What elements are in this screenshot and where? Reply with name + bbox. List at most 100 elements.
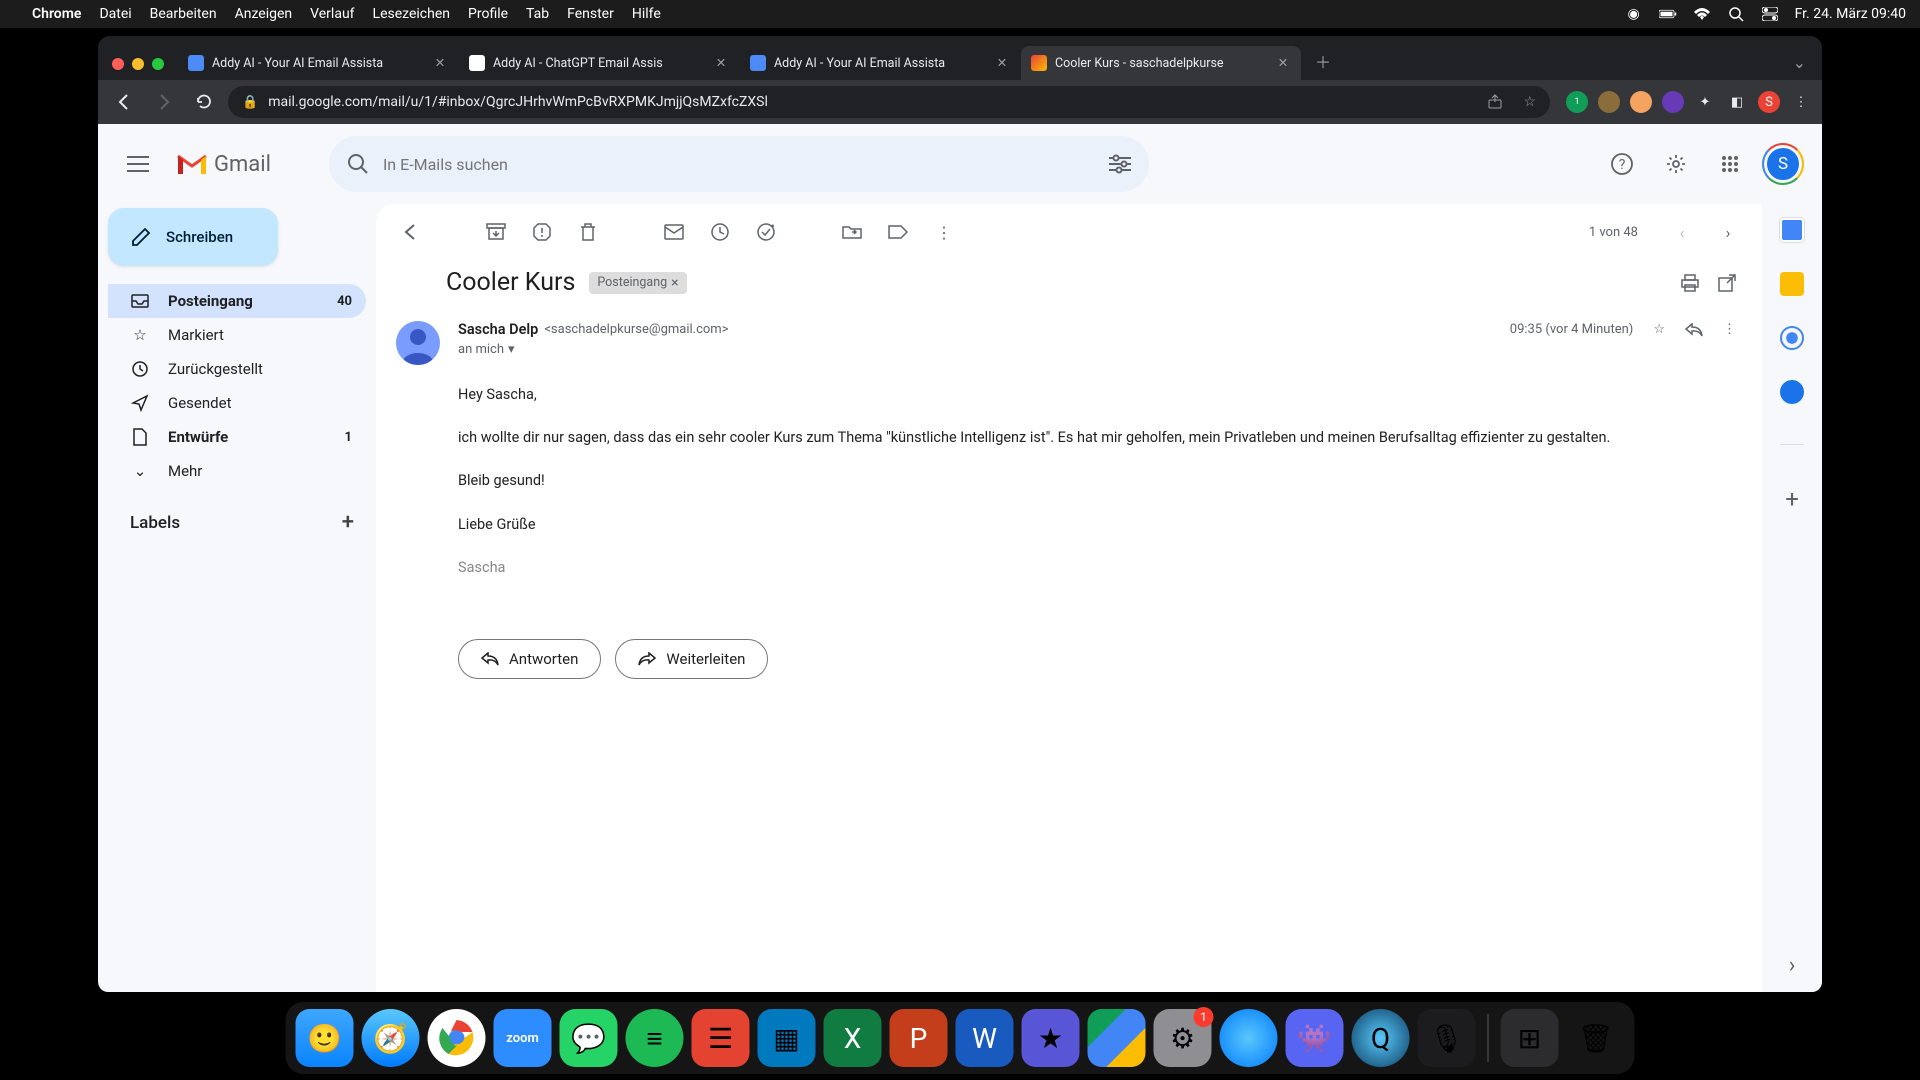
settings-dock-icon[interactable]: ⚙1 (1154, 1009, 1212, 1067)
label-chip[interactable]: Posteingang × (589, 272, 686, 294)
reply-button[interactable]: Antworten (458, 639, 601, 679)
wifi-icon[interactable] (1693, 5, 1711, 23)
keep-addon-icon[interactable] (1780, 272, 1804, 296)
chrome-dock-icon[interactable] (428, 1009, 486, 1067)
recipient-dropdown-icon[interactable]: ▾ (508, 342, 515, 357)
browser-tab[interactable]: Addy AI - Your AI Email Assista ✕ (178, 46, 458, 80)
mark-unread-icon[interactable] (662, 220, 686, 244)
trello-dock-icon[interactable]: ▦ (758, 1009, 816, 1067)
sender-avatar[interactable] (396, 321, 440, 365)
add-label-icon[interactable]: + (342, 510, 354, 535)
compose-button[interactable]: Schreiben (108, 208, 278, 266)
reload-button[interactable] (188, 86, 220, 118)
menu-profile[interactable]: Profile (468, 6, 508, 22)
side-panel-icon[interactable]: ◧ (1726, 91, 1748, 113)
drive-dock-icon[interactable] (1088, 1009, 1146, 1067)
window-minimize-button[interactable] (132, 58, 144, 70)
archive-icon[interactable] (484, 220, 508, 244)
tab-close-icon[interactable]: ✕ (1275, 55, 1291, 71)
google-apps-icon[interactable] (1710, 144, 1750, 184)
screen-record-icon[interactable]: ◉ (1625, 5, 1643, 23)
whatsapp-dock-icon[interactable]: 💬 (560, 1009, 618, 1067)
address-bar[interactable]: 🔒 mail.google.com/mail/u/1/#inbox/QgrcJH… (228, 86, 1550, 118)
open-new-window-icon[interactable] (1718, 274, 1736, 292)
sidebar-item-inbox[interactable]: Posteingang 40 (108, 284, 366, 318)
browser-tab[interactable]: Addy AI - Your AI Email Assista ✕ (740, 46, 1020, 80)
extension-icon[interactable]: 1 (1566, 91, 1588, 113)
sidebar-item-snoozed[interactable]: Zurückgestellt (108, 352, 366, 386)
forward-button[interactable] (148, 86, 180, 118)
browser-tab[interactable]: Addy AI - ChatGPT Email Assis ✕ (459, 46, 739, 80)
spam-icon[interactable] (530, 220, 554, 244)
contacts-addon-icon[interactable] (1780, 380, 1804, 404)
labels-icon[interactable] (886, 220, 910, 244)
finder-dock-icon[interactable]: 🙂 (296, 1009, 354, 1067)
window-close-button[interactable] (112, 58, 124, 70)
menu-fenster[interactable]: Fenster (567, 6, 614, 22)
menu-verlauf[interactable]: Verlauf (310, 6, 354, 22)
window-maximize-button[interactable] (152, 58, 164, 70)
todoist-dock-icon[interactable]: ☰ (692, 1009, 750, 1067)
support-icon[interactable]: ? (1602, 144, 1642, 184)
quicktime-dock-icon[interactable]: Q (1352, 1009, 1410, 1067)
powerpoint-dock-icon[interactable]: P (890, 1009, 948, 1067)
search-bar[interactable] (329, 136, 1149, 192)
extension-icon[interactable] (1630, 91, 1652, 113)
sidebar-item-sent[interactable]: Gesendet (108, 386, 366, 420)
sidebar-item-starred[interactable]: ☆ Markiert (108, 318, 366, 352)
add-to-tasks-icon[interactable] (754, 220, 778, 244)
search-input[interactable] (383, 155, 1109, 174)
app-dock-icon[interactable] (1220, 1009, 1278, 1067)
extensions-puzzle-icon[interactable]: ✦ (1694, 91, 1716, 113)
search-icon[interactable] (347, 153, 369, 175)
battery-icon[interactable] (1659, 5, 1677, 23)
imovie-dock-icon[interactable]: ★ (1022, 1009, 1080, 1067)
app-dock-icon[interactable]: ⊞ (1501, 1009, 1559, 1067)
extension-icon[interactable] (1598, 91, 1620, 113)
menu-bearbeiten[interactable]: Bearbeiten (150, 6, 217, 22)
message-more-icon[interactable]: ⋮ (1723, 322, 1736, 337)
reply-icon[interactable] (1685, 323, 1703, 337)
discord-dock-icon[interactable]: 👾 (1286, 1009, 1344, 1067)
tab-close-icon[interactable]: ✕ (432, 55, 448, 71)
tab-close-icon[interactable]: ✕ (713, 55, 729, 71)
extension-icon[interactable] (1662, 91, 1684, 113)
control-center-icon[interactable] (1761, 5, 1779, 23)
browser-tab-active[interactable]: Cooler Kurs - saschadelpkurse ✕ (1021, 46, 1301, 80)
main-menu-icon[interactable] (118, 144, 158, 184)
chip-remove-icon[interactable]: × (671, 275, 678, 291)
menu-tab[interactable]: Tab (526, 6, 549, 22)
move-to-icon[interactable] (840, 220, 864, 244)
trash-dock-icon[interactable]: 🗑 (1567, 1009, 1625, 1067)
spotify-dock-icon[interactable]: ≡ (626, 1009, 684, 1067)
delete-icon[interactable] (576, 220, 600, 244)
next-message-icon[interactable]: › (1716, 220, 1740, 244)
share-icon[interactable] (1487, 94, 1503, 110)
sender-name[interactable]: Sascha Delp (458, 321, 538, 338)
snooze-icon[interactable] (708, 220, 732, 244)
add-addon-icon[interactable]: + (1785, 485, 1799, 513)
star-message-icon[interactable]: ☆ (1653, 322, 1665, 337)
menu-hilfe[interactable]: Hilfe (632, 6, 661, 22)
menu-datei[interactable]: Datei (99, 6, 131, 22)
calendar-addon-icon[interactable] (1780, 218, 1804, 242)
gmail-logo[interactable]: Gmail (176, 152, 271, 177)
zoom-dock-icon[interactable]: zoom (494, 1009, 552, 1067)
forward-button[interactable]: Weiterleiten (615, 639, 768, 679)
back-button[interactable] (108, 86, 140, 118)
print-icon[interactable] (1680, 274, 1700, 292)
menubar-datetime[interactable]: Fr. 24. März 09:40 (1795, 6, 1906, 22)
profile-avatar-icon[interactable]: S (1758, 91, 1780, 113)
new-tab-button[interactable]: ＋ (1308, 46, 1338, 76)
tab-close-icon[interactable]: ✕ (994, 55, 1010, 71)
bookmark-star-icon[interactable]: ☆ (1523, 94, 1536, 110)
word-dock-icon[interactable]: W (956, 1009, 1014, 1067)
prev-message-icon[interactable]: ‹ (1670, 220, 1694, 244)
tab-list-dropdown-icon[interactable]: ⌄ (1793, 53, 1806, 72)
voice-memos-dock-icon[interactable]: 🎙 (1418, 1009, 1476, 1067)
excel-dock-icon[interactable]: X (824, 1009, 882, 1067)
search-options-icon[interactable] (1109, 154, 1131, 174)
tasks-addon-icon[interactable] (1780, 326, 1804, 350)
spotlight-icon[interactable] (1727, 5, 1745, 23)
sidebar-item-more[interactable]: ⌄ Mehr (108, 454, 366, 488)
